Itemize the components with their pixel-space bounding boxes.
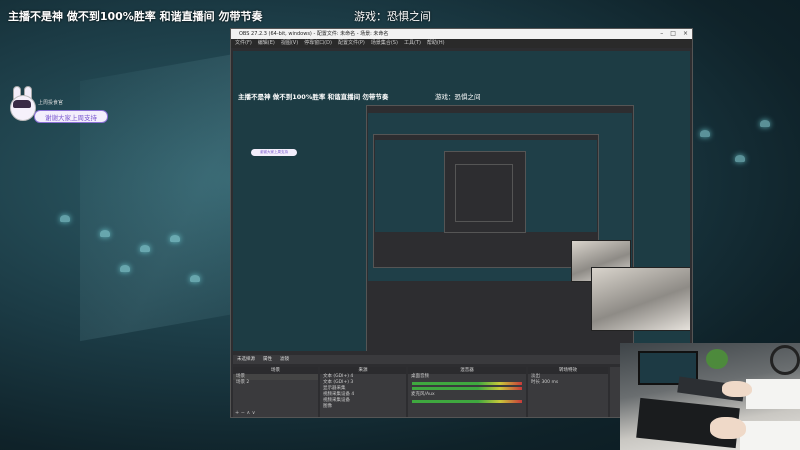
stream-headline: 主播不是神 做不到100%胜率 和谐直播间 勿带节奏 <box>8 10 263 23</box>
properties-button[interactable]: 属性 <box>263 355 272 364</box>
mixer-title: 混音器 <box>408 367 526 374</box>
jellyfish <box>140 245 150 252</box>
no-source-label: 未选择源 <box>237 357 255 362</box>
thanks-pill: 谢谢大家上周支持 <box>34 110 108 123</box>
sleeve <box>746 379 800 409</box>
hand <box>722 381 752 397</box>
filters-button[interactable]: 滤镜 <box>280 355 289 364</box>
jellyfish <box>100 230 110 237</box>
menu-view[interactable]: 视图(V) <box>281 39 298 48</box>
volume-meter[interactable] <box>412 382 522 385</box>
duration-label: 时长 <box>531 380 540 385</box>
preview-game-label: 游戏：恐惧之间 <box>435 93 481 101</box>
obs-titlebar[interactable]: OBS 27.2.3 (64-bit, windows) - 配置文件: 未命名… <box>231 29 692 39</box>
subtitle-tag: 上周投食官 <box>38 100 64 106</box>
sleeve <box>740 421 800 450</box>
close-icon[interactable]: × <box>683 29 688 39</box>
preview-webcam <box>591 267 690 331</box>
nested-obs-3 <box>444 151 526 233</box>
sources-title: 来源 <box>320 367 406 374</box>
obs-preview[interactable]: 主播不是神 做不到100%胜率 和谐直播间 勿带节奏 游戏：恐惧之间 谢谢大家上… <box>233 51 690 351</box>
game-label: 游戏：恐惧之间 <box>354 10 431 23</box>
nested-obs-2 <box>373 134 599 268</box>
sources-dock: 来源 文本 (GDI+) 4 文本 (GDI+) 3 显示器采集 视频采集设备 … <box>320 367 406 417</box>
jellyfish <box>60 215 70 222</box>
mascot-avatar <box>8 86 36 121</box>
mixer-channel-label: 麦克风/Aux <box>411 392 435 397</box>
jellyfish <box>190 275 200 282</box>
maximize-icon[interactable]: □ <box>670 29 676 39</box>
scene-item[interactable]: 场景 2 <box>233 380 318 386</box>
webcam-feed <box>620 343 800 450</box>
jellyfish <box>700 130 710 137</box>
plant <box>706 349 728 369</box>
obs-menubar: 文件(F) 编辑(E) 视图(V) 停靠窗口(D) 配置文件(P) 场景集合(S… <box>231 39 692 48</box>
mixer-channel-label: 桌面音频 <box>411 374 429 379</box>
menu-edit[interactable]: 编辑(E) <box>258 39 275 48</box>
transition-duration[interactable]: 时长 300 ms <box>528 380 608 386</box>
source-item[interactable]: 图像 <box>320 404 406 410</box>
jellyfish <box>735 155 745 162</box>
minimize-icon[interactable]: – <box>660 29 663 39</box>
mixer-dock: 混音器 桌面音频 麦克风/Aux <box>408 367 526 417</box>
menu-docks[interactable]: 停靠窗口(D) <box>304 39 332 48</box>
menu-file[interactable]: 文件(F) <box>235 39 252 48</box>
volume-meter[interactable] <box>412 387 522 390</box>
scenes-title: 场景 <box>233 367 318 374</box>
headphones <box>770 345 800 375</box>
preview-headline: 主播不是神 做不到100%胜率 和谐直播间 勿带节奏 <box>238 93 389 101</box>
transitions-dock: 转场特效 淡出 时长 300 ms <box>528 367 608 417</box>
preview-thanks-pill: 谢谢大家上周支持 <box>251 149 297 156</box>
scene-toolbar[interactable]: + − ∧ ∨ <box>235 410 255 416</box>
duration-value: 300 ms <box>541 380 559 385</box>
jellyfish <box>120 265 130 272</box>
transitions-title: 转场特效 <box>528 367 608 374</box>
menu-help[interactable]: 帮助(H) <box>427 39 445 48</box>
hand <box>710 417 746 439</box>
jellyfish <box>760 120 770 127</box>
menu-scene-collection[interactable]: 场景集合(S) <box>371 39 398 48</box>
jellyfish <box>170 235 180 242</box>
volume-meter[interactable] <box>412 400 522 403</box>
obs-title: OBS 27.2.3 (64-bit, windows) - 配置文件: 未命名… <box>239 31 389 37</box>
nested-obs-4 <box>455 164 513 222</box>
menu-profile[interactable]: 配置文件(P) <box>338 39 365 48</box>
scenes-dock: 场景 场景 场景 2 + − ∧ ∨ <box>233 367 318 417</box>
menu-tools[interactable]: 工具(T) <box>404 39 421 48</box>
